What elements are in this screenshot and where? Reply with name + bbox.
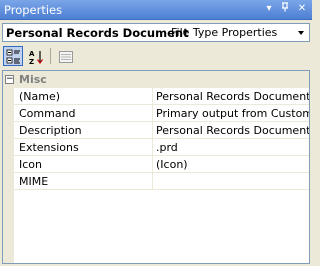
property-grid: − Misc (Name) Personal Records Document … <box>2 70 310 264</box>
property-value[interactable]: Personal Records Document <box>156 90 309 103</box>
categorized-button[interactable] <box>3 46 23 66</box>
property-name: Command <box>19 107 76 120</box>
category-label: Misc <box>19 73 47 86</box>
property-name: (Name) <box>19 90 61 103</box>
property-name: MIME <box>19 175 49 188</box>
categorized-icon <box>6 49 20 64</box>
toolbar-separator <box>50 48 51 64</box>
property-pages-icon <box>59 51 73 63</box>
property-name: Icon <box>19 158 42 171</box>
svg-text:Z: Z <box>29 58 34 65</box>
pin-icon[interactable] <box>278 2 292 16</box>
property-name: Description <box>19 124 82 137</box>
property-value[interactable]: .prd <box>156 141 309 154</box>
property-row-name[interactable]: (Name) Personal Records Document <box>14 88 309 105</box>
object-name: Personal Records Document <box>6 26 189 40</box>
column-divider[interactable] <box>152 122 153 138</box>
column-divider[interactable] <box>152 88 153 104</box>
chevron-down-icon[interactable] <box>294 24 309 41</box>
property-value[interactable]: Primary output from CustomFileT <box>156 107 309 120</box>
close-icon[interactable]: ✕ <box>295 2 309 16</box>
category-row-misc[interactable]: − Misc <box>3 71 309 88</box>
property-row-description[interactable]: Description Personal Records Document <box>14 122 309 139</box>
column-divider[interactable] <box>152 173 153 189</box>
property-pages-button[interactable] <box>55 46 75 66</box>
window-title: Properties <box>4 3 63 17</box>
property-row-icon[interactable]: Icon (Icon) <box>14 156 309 173</box>
dropdown-arrow-icon[interactable]: ▾ <box>262 2 276 16</box>
column-divider[interactable] <box>152 139 153 155</box>
grid-gutter <box>3 71 14 263</box>
property-row-extensions[interactable]: Extensions .prd <box>14 139 309 156</box>
svg-text:A: A <box>29 50 35 58</box>
property-row-mime[interactable]: MIME <box>14 173 309 190</box>
column-divider[interactable] <box>152 156 153 172</box>
property-row-command[interactable]: Command Primary output from CustomFileT <box>14 105 309 122</box>
object-selector-combobox[interactable]: Personal Records Document File Type Prop… <box>2 23 310 42</box>
properties-toolbar: A Z <box>0 44 312 68</box>
properties-title-bar: Properties ▾ ✕ <box>0 0 312 20</box>
property-value[interactable]: Personal Records Document <box>156 124 309 137</box>
column-divider[interactable] <box>152 105 153 121</box>
alphabetical-icon: A Z <box>29 50 43 65</box>
collapse-icon[interactable]: − <box>5 75 14 84</box>
property-name: Extensions <box>19 141 79 154</box>
object-type: File Type Properties <box>171 26 278 39</box>
alphabetical-button[interactable]: A Z <box>25 46 45 66</box>
property-value[interactable]: (Icon) <box>156 158 309 171</box>
